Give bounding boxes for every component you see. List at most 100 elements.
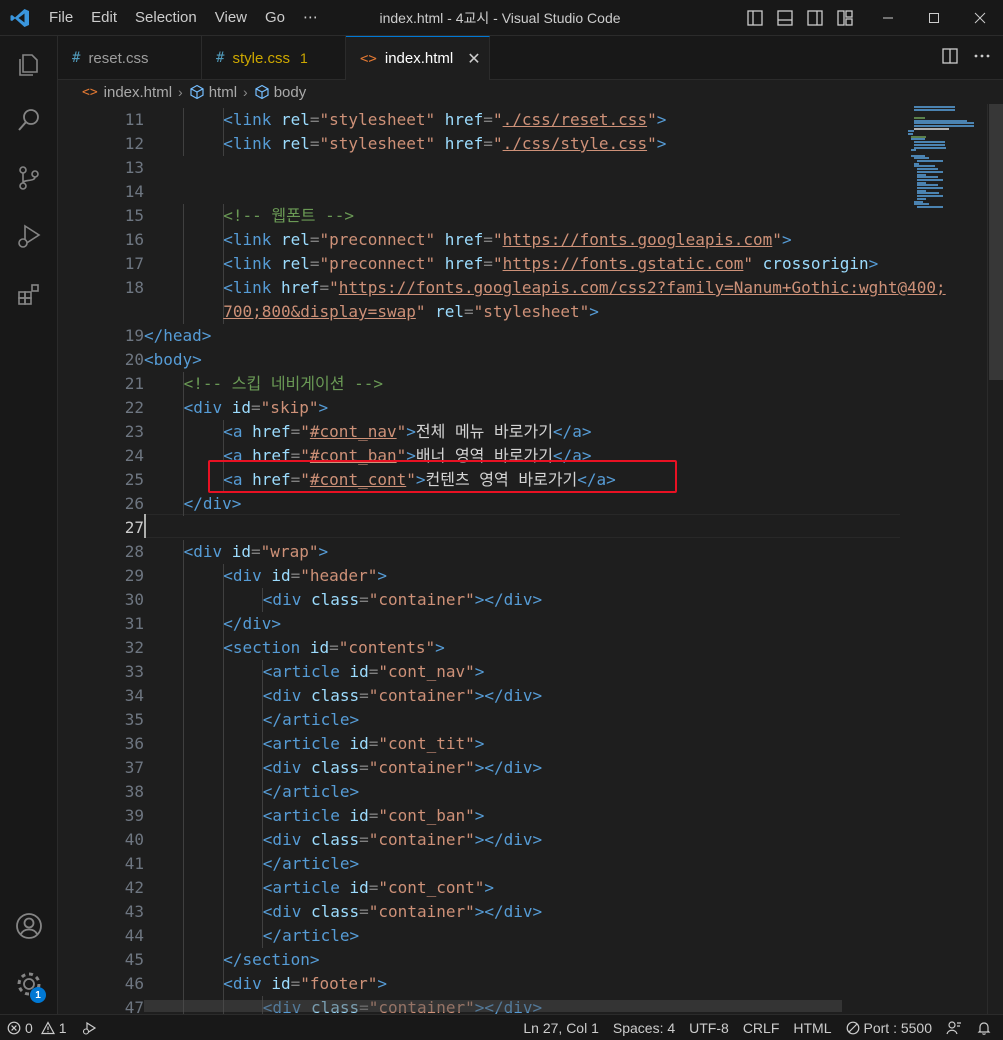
- code-line[interactable]: <article id="cont_ban">: [263, 804, 485, 828]
- breadcrumb-body[interactable]: body: [254, 84, 306, 101]
- vertical-scrollbar[interactable]: [987, 104, 1003, 1014]
- code-line[interactable]: <link rel="preconnect" href="https://fon…: [223, 228, 791, 252]
- window-title: index.html - 4교시 - Visual Studio Code: [379, 9, 621, 26]
- explorer-icon[interactable]: [0, 40, 58, 88]
- indent-guide: [183, 564, 185, 588]
- code-line[interactable]: <article id="cont_cont">: [263, 876, 494, 900]
- indent-guide: [222, 876, 224, 900]
- code-line[interactable]: </article>: [263, 780, 359, 804]
- run-debug-icon[interactable]: [0, 212, 58, 260]
- settings-gear-icon[interactable]: 1: [0, 960, 58, 1008]
- code-line[interactable]: </section>: [223, 948, 319, 972]
- horizontal-scrollbar[interactable]: [144, 1000, 842, 1012]
- code-line[interactable]: <link rel="stylesheet" href="./css/reset…: [223, 108, 666, 132]
- code-line[interactable]: </article>: [263, 852, 359, 876]
- code-line[interactable]: <article id="cont_nav">: [263, 660, 485, 684]
- source-control-icon[interactable]: [0, 154, 58, 202]
- notifications-bell-icon[interactable]: [969, 1015, 999, 1040]
- minimap-line: [914, 124, 974, 127]
- scrollbar-thumb[interactable]: [989, 104, 1003, 380]
- code-line[interactable]: <div class="container"></div>: [263, 684, 542, 708]
- toggle-secondary-sidebar-icon[interactable]: [804, 7, 826, 29]
- code-line[interactable]: <div id="wrap">: [184, 540, 329, 564]
- language-mode[interactable]: HTML: [786, 1015, 838, 1040]
- search-icon[interactable]: [0, 96, 58, 144]
- code-line[interactable]: <div class="container"></div>: [263, 588, 542, 612]
- problems-indicator[interactable]: 0 1: [0, 1015, 74, 1040]
- close-window-icon[interactable]: [957, 0, 1003, 36]
- code-line[interactable]: <div id="skip">: [184, 396, 329, 420]
- minimize-icon[interactable]: [865, 0, 911, 36]
- menu-edit[interactable]: Edit: [82, 0, 126, 36]
- code-editor[interactable]: 11 12 13 14 15 16 17 18 19 20 21 22 23 24 25 26 27 28 29 30…: [58, 104, 987, 1014]
- minimap[interactable]: [900, 104, 987, 1014]
- toggle-panel-icon[interactable]: [774, 7, 796, 29]
- html-file-icon: <>: [82, 84, 98, 100]
- code-area[interactable]: <link rel="stylesheet" href="./css/reset…: [144, 104, 946, 1014]
- breadcrumb-file[interactable]: <> index.html: [82, 84, 172, 101]
- line-number: 17: [124, 254, 144, 273]
- code-line[interactable]: </article>: [263, 708, 359, 732]
- end-of-line[interactable]: CRLF: [736, 1015, 787, 1040]
- css-file-icon: #: [72, 50, 81, 66]
- indent-guide: [183, 708, 185, 732]
- tab-index-html[interactable]: <> index.html ✕: [346, 36, 490, 80]
- menu-selection[interactable]: Selection: [126, 0, 206, 36]
- indent-guide: [222, 900, 224, 924]
- indent-guide: [222, 756, 224, 780]
- more-actions-icon[interactable]: [973, 47, 991, 70]
- minimap-line: [908, 130, 915, 133]
- breadcrumb-html[interactable]: html: [189, 84, 237, 101]
- code-line[interactable]: <link rel="stylesheet" href="./css/style…: [223, 132, 666, 156]
- code-line[interactable]: </div>: [184, 492, 242, 516]
- live-server-port[interactable]: Port : 5500: [839, 1015, 940, 1040]
- line-number: 37: [124, 758, 144, 777]
- code-line[interactable]: <section id="contents">: [223, 636, 445, 660]
- tab-reset-css[interactable]: # reset.css: [58, 36, 202, 80]
- code-line[interactable]: </div>: [223, 612, 281, 636]
- code-line[interactable]: <div class="container"></div>: [263, 756, 542, 780]
- line-number: 47: [124, 998, 144, 1014]
- code-line[interactable]: <div id="header">: [223, 564, 387, 588]
- line-number-gutter: 11 12 13 14 15 16 17 18 19 20 21 22 23 24 25 26 27 28 29 30…: [58, 104, 144, 1014]
- customize-layout-icon[interactable]: [834, 7, 856, 29]
- code-line[interactable]: <!-- 스킵 네비게이션 -->: [184, 372, 383, 396]
- extensions-icon[interactable]: [0, 270, 58, 318]
- accounts-icon[interactable]: [0, 902, 58, 950]
- code-line[interactable]: <a href="#cont_nav">전체 메뉴 바로가기</a>: [223, 420, 591, 444]
- close-tab-icon[interactable]: ✕: [467, 49, 480, 69]
- indent-guide: [183, 972, 185, 996]
- code-line[interactable]: <link rel="preconnect" href="https://fon…: [223, 252, 878, 276]
- split-editor-icon[interactable]: [941, 47, 959, 70]
- window-controls: [865, 0, 1003, 36]
- code-line[interactable]: </article>: [263, 924, 359, 948]
- cursor-position[interactable]: Ln 27, Col 1: [516, 1015, 606, 1040]
- menu-file[interactable]: File: [40, 0, 82, 36]
- code-line[interactable]: <body>: [144, 348, 202, 372]
- minimap-line: [917, 173, 926, 176]
- code-line[interactable]: <div class="container"></div>: [263, 828, 542, 852]
- menu-view[interactable]: View: [206, 0, 256, 36]
- toggle-primary-sidebar-icon[interactable]: [744, 7, 766, 29]
- indent-guide: [183, 684, 185, 708]
- code-line[interactable]: </head>: [144, 324, 211, 348]
- indent-guide: [183, 204, 185, 228]
- feedback-icon[interactable]: [939, 1015, 969, 1040]
- encoding[interactable]: UTF-8: [682, 1015, 736, 1040]
- code-line[interactable]: <link href="https://fonts.googleapis.com…: [223, 276, 945, 300]
- code-line[interactable]: 700;800&display=swap" rel="stylesheet">: [223, 300, 599, 324]
- settings-update-badge: 1: [30, 987, 46, 1003]
- minimap-line: [917, 184, 938, 187]
- code-line[interactable]: <div class="container"></div>: [263, 900, 542, 924]
- indentation[interactable]: Spaces: 4: [606, 1015, 682, 1040]
- run-debug-status-icon[interactable]: [74, 1015, 104, 1040]
- line-number: 12: [124, 134, 144, 153]
- tab-style-css[interactable]: # style.css 1: [202, 36, 346, 80]
- code-line[interactable]: <div id="footer">: [223, 972, 387, 996]
- css-file-icon: #: [216, 50, 225, 66]
- code-line[interactable]: <article id="cont_tit">: [263, 732, 485, 756]
- maximize-icon[interactable]: [911, 0, 957, 36]
- menu-go[interactable]: Go: [256, 0, 294, 36]
- code-line[interactable]: <!-- 웹폰트 -->: [223, 204, 354, 228]
- line-number: 42: [124, 878, 144, 897]
